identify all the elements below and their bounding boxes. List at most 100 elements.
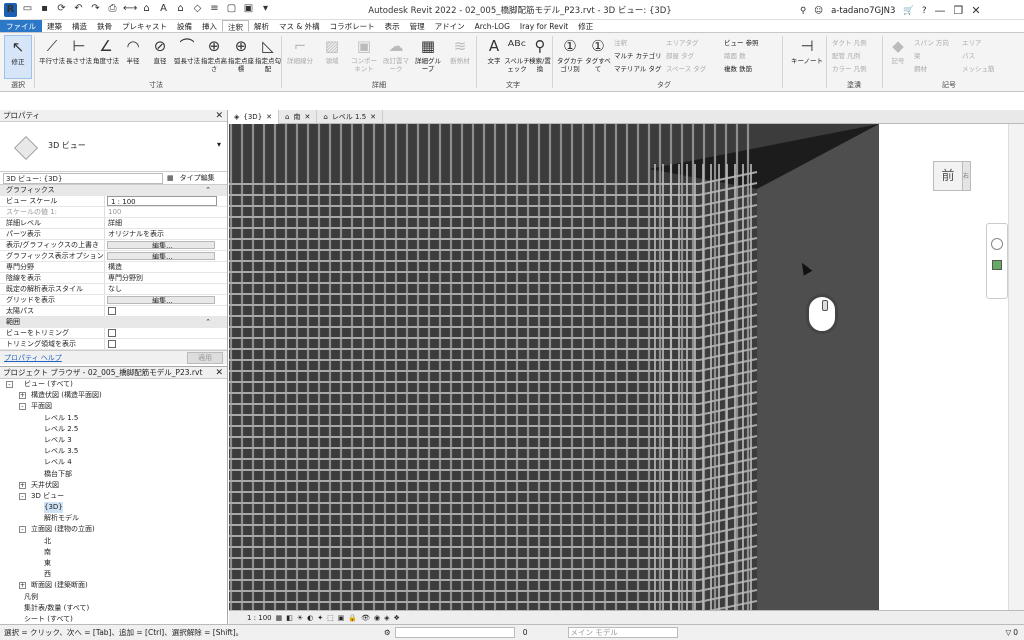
extents-section[interactable]: 範囲 ⌃ <box>0 317 227 328</box>
user-icon[interactable]: ☺ <box>814 6 823 16</box>
property-value[interactable] <box>105 328 227 338</box>
highlight-icon[interactable]: ❖ <box>394 614 400 622</box>
text-icon[interactable]: A <box>157 3 170 17</box>
browser-node[interactable]: 南 <box>0 547 227 558</box>
tab-15[interactable]: Iray for Revit <box>515 20 573 32</box>
color-fill_small-item-0[interactable]: ダクト 凡例 <box>832 39 867 47</box>
tab-5[interactable]: 設備 <box>172 20 197 32</box>
symbol-button[interactable]: ◆ 記号 <box>884 35 912 79</box>
tab-1[interactable]: 建築 <box>42 20 67 32</box>
shadows-icon[interactable]: ◐ <box>307 614 313 622</box>
viewcube-side[interactable]: 右 <box>963 161 971 191</box>
tab-10[interactable]: コラボレート <box>325 20 380 32</box>
tag-buttons-1[interactable]: ① タグすべて <box>584 35 612 79</box>
edit-button[interactable]: 編集... <box>107 296 215 304</box>
property-value[interactable]: 1 : 100 <box>107 196 217 206</box>
design-option-dropdown[interactable]: メイン モデル <box>567 627 678 638</box>
restore-button[interactable]: ❐ <box>954 4 964 17</box>
color-fill-group-label[interactable]: 塗潰 <box>828 80 880 90</box>
redo-icon[interactable]: ↷ <box>89 3 102 17</box>
symbol-small-item-3[interactable]: エリア <box>962 39 982 47</box>
detail-buttons-1[interactable]: ▨ 領域 <box>318 35 346 79</box>
close-icon[interactable]: ✕ <box>370 111 376 124</box>
tag-small-item-1[interactable]: マルチ カテゴリ <box>614 52 662 60</box>
3d-viewport[interactable] <box>229 124 1007 610</box>
view-tab[interactable]: ⌂ レベル 1.5 ✕ <box>317 110 384 124</box>
edit-button[interactable]: 編集... <box>107 252 215 260</box>
browser-node[interactable]: レベル 4 <box>0 457 227 468</box>
detail-buttons-2[interactable]: ▣ コンポーネント <box>350 35 378 79</box>
keynote-button[interactable]: ⊣ キーノート <box>790 35 824 79</box>
tag-small-item-8[interactable]: 複数 鉄筋 <box>724 65 752 73</box>
reveal-hidden-icon[interactable]: ◉ <box>374 614 380 622</box>
detail-group-label[interactable]: 詳細 <box>283 80 475 90</box>
graphics-section[interactable]: グラフィックス ⌃ <box>0 185 227 196</box>
sun-path-icon[interactable]: ☀ <box>297 614 303 622</box>
select-group-label[interactable]: 選択 <box>4 80 32 90</box>
zoom-icon[interactable] <box>992 260 1002 270</box>
collapse-icon[interactable]: - <box>19 526 26 534</box>
browser-node[interactable]: 凡例 <box>0 592 227 603</box>
render-icon[interactable]: ✦ <box>317 614 323 622</box>
visual-style-icon[interactable]: ◧ <box>286 614 293 622</box>
dimension-buttons-7[interactable]: ⊕ 指定点座標 <box>227 35 255 79</box>
symbol-small-item-5[interactable]: メッシュ筋 <box>962 65 995 73</box>
tab-2[interactable]: 構造 <box>67 20 92 32</box>
browser-node[interactable]: + 構造伏図 (構造平面図) <box>0 390 227 401</box>
text-buttons-2[interactable]: ⚲ 検索/置換 <box>526 35 554 79</box>
tag-icon[interactable]: ⌂ <box>140 3 153 17</box>
crop-view-icon[interactable]: ⬚ <box>327 614 334 622</box>
browser-node[interactable]: 北 <box>0 536 227 547</box>
undo-icon[interactable]: ↶ <box>72 3 85 17</box>
close-icon[interactable]: ✕ <box>304 111 310 124</box>
viewcube[interactable]: 前 <box>933 161 963 191</box>
symbol-small-item-1[interactable]: 梁 <box>914 52 921 60</box>
tag-buttons-0[interactable]: ① タグカテゴリ別 <box>556 35 584 79</box>
detail-buttons-0[interactable]: ⌐ 詳細線分 <box>286 35 314 79</box>
temp-hide-icon[interactable]: 👁 <box>361 614 370 622</box>
browser-node[interactable]: 集計表/数量 (すべて) <box>0 603 227 614</box>
view-tab[interactable]: ⌂ 南 ✕ <box>279 110 318 124</box>
minimize-button[interactable]: — <box>935 4 946 17</box>
show-crop-icon[interactable]: ▣ <box>338 614 345 622</box>
expand-icon[interactable]: + <box>19 582 26 590</box>
tab-7[interactable]: 注釈 <box>222 20 249 32</box>
close-icon[interactable]: ✕ <box>266 111 272 124</box>
section-icon[interactable]: ◇ <box>191 3 204 17</box>
tab-12[interactable]: 管理 <box>405 20 430 32</box>
view-scale[interactable]: 1 : 100 <box>247 614 272 622</box>
dimension-group-label[interactable]: 寸法 <box>36 80 276 90</box>
collapse-icon[interactable]: - <box>6 381 13 388</box>
dimension-buttons-8[interactable]: ◺ 指定点勾配 <box>254 35 282 79</box>
dimension-buttons-4[interactable]: ⊘ 直径 <box>146 35 174 79</box>
property-value[interactable] <box>105 339 227 349</box>
tag-small-item-3[interactable]: エリアタグ <box>666 39 699 47</box>
dimension-buttons-6[interactable]: ⊕ 指定点高さ <box>200 35 228 79</box>
checkbox[interactable] <box>108 329 116 337</box>
workset-icon[interactable]: ⚙ <box>384 628 391 637</box>
tag-small-item-2[interactable]: マテリアル タグ <box>614 65 662 73</box>
thin-lines-icon[interactable]: ≡ <box>208 3 221 17</box>
detail-buttons-5[interactable]: ≋ 断熱材 <box>446 35 474 79</box>
binoculars-icon[interactable]: ⚲ <box>800 6 806 16</box>
tag-small-item-6[interactable]: ビュー 参照 <box>724 39 759 47</box>
expand-icon[interactable]: + <box>19 481 26 489</box>
browser-node[interactable]: + 断面図 (建築断面) <box>0 580 227 591</box>
browser-node[interactable]: -3D ビュー <box>0 491 227 502</box>
navigation-bar[interactable] <box>986 223 1008 299</box>
tab-14[interactable]: Arch-LOG <box>470 20 515 32</box>
save-icon[interactable]: ▪ <box>38 3 51 17</box>
chevron-down-icon[interactable]: ▾ <box>217 140 221 149</box>
sync-icon[interactable]: ⟳ <box>55 3 68 17</box>
rebar-model-canvas[interactable] <box>229 124 1007 610</box>
tag-small-item-7[interactable]: 踏面 数 <box>724 52 746 60</box>
revit-logo[interactable]: R <box>4 3 17 17</box>
browser-node[interactable]: レベル 1.5 <box>0 413 227 424</box>
dimension-buttons-0[interactable]: ⟋ 平行寸法 <box>38 35 66 79</box>
expand-icon[interactable]: + <box>19 392 26 400</box>
customize-qat-icon[interactable]: ▾ <box>259 3 272 17</box>
property-value[interactable] <box>105 306 227 316</box>
checkbox[interactable] <box>108 307 116 315</box>
tab-11[interactable]: 表示 <box>380 20 405 32</box>
properties-help-link[interactable]: プロパティ ヘルプ <box>4 353 62 363</box>
